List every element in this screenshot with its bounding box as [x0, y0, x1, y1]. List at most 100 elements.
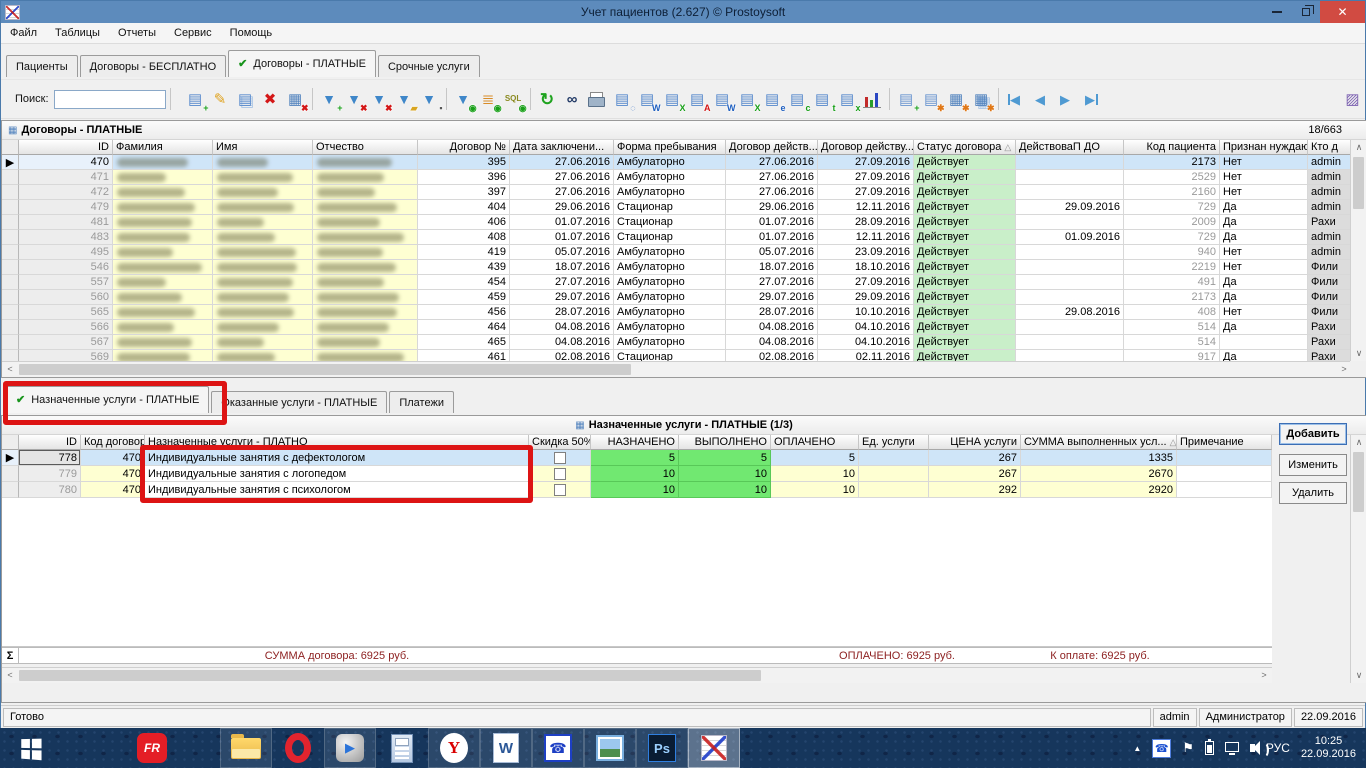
tray-phone-icon[interactable]: ☎ — [1152, 739, 1171, 758]
cell[interactable] — [1016, 215, 1124, 230]
cell[interactable] — [1016, 245, 1124, 260]
tab-bottom-1[interactable]: Оказанные услуги - ПЛАТНЫЕ — [211, 391, 387, 413]
delete-service-button[interactable]: Удалить — [1279, 482, 1347, 504]
cell[interactable] — [213, 200, 313, 215]
cell[interactable]: 479 — [19, 200, 113, 215]
cell[interactable]: admin — [1308, 245, 1352, 260]
row-marker[interactable] — [2, 335, 19, 350]
cell[interactable]: 470 — [81, 466, 145, 482]
cell[interactable]: Действует — [914, 290, 1016, 305]
cell[interactable] — [113, 335, 213, 350]
cell[interactable]: 01.07.2016 — [510, 230, 614, 245]
menu-item-help[interactable]: Помощь — [221, 23, 282, 44]
volume-icon[interactable] — [1250, 744, 1255, 752]
copy-record-icon[interactable]: ▤ — [234, 88, 257, 111]
cell[interactable]: 02.08.2016 — [510, 350, 614, 361]
cell[interactable]: 01.07.2016 — [726, 230, 818, 245]
cell[interactable]: Рахи — [1308, 215, 1352, 230]
tab-bottom-2[interactable]: Платежи — [389, 391, 454, 413]
cell[interactable]: 491 — [1124, 275, 1220, 290]
cell[interactable]: Нет — [1220, 245, 1308, 260]
column-header[interactable]: Признан нуждаю... — [1220, 140, 1308, 155]
cell[interactable]: Да — [1220, 200, 1308, 215]
cell[interactable]: 10 — [591, 482, 679, 498]
cell[interactable] — [113, 290, 213, 305]
scroll-down-icon[interactable]: ∨ — [1351, 346, 1366, 361]
cell[interactable]: 2920 — [1021, 482, 1177, 498]
column-header[interactable]: Скидка 50% — [529, 435, 591, 450]
cell[interactable] — [213, 260, 313, 275]
cell[interactable]: Фили — [1308, 290, 1352, 305]
chart-icon[interactable] — [861, 88, 884, 111]
cell[interactable]: Стационар — [614, 230, 726, 245]
preview-icon[interactable]: ▤◌ — [611, 88, 634, 111]
cell[interactable]: 28.07.2016 — [726, 305, 818, 320]
print-icon[interactable] — [586, 88, 609, 111]
cell[interactable]: 2670 — [1021, 466, 1177, 482]
cell[interactable] — [1016, 185, 1124, 200]
cell[interactable]: admin — [1308, 200, 1352, 215]
column-header[interactable]: Отчество — [313, 140, 418, 155]
cell[interactable]: Амбулаторно — [614, 155, 726, 170]
cell[interactable]: Действует — [914, 275, 1016, 290]
cell[interactable] — [213, 290, 313, 305]
cell[interactable]: 10 — [771, 482, 859, 498]
row-marker[interactable] — [2, 215, 19, 230]
minimize-button[interactable] — [1262, 1, 1291, 23]
row-marker[interactable] — [2, 230, 19, 245]
cell[interactable]: 27.09.2016 — [818, 185, 914, 200]
cell[interactable]: Нет — [1220, 185, 1308, 200]
cell[interactable] — [113, 230, 213, 245]
row-marker[interactable] — [2, 350, 19, 361]
cell[interactable] — [1016, 155, 1124, 170]
cell[interactable]: Амбулаторно — [614, 290, 726, 305]
scroll-thumb[interactable] — [1353, 157, 1364, 209]
cell[interactable]: 454 — [418, 275, 510, 290]
cell[interactable]: Стационар — [614, 350, 726, 361]
record-settings-icon[interactable]: ▤✱ — [920, 88, 943, 111]
cell[interactable] — [313, 320, 418, 335]
cell[interactable]: 29.07.2016 — [510, 290, 614, 305]
cell[interactable]: Нет — [1220, 155, 1308, 170]
scroll-left-icon[interactable]: < — [2, 362, 18, 377]
row-marker[interactable] — [2, 185, 19, 200]
cell[interactable]: 27.06.2016 — [726, 155, 818, 170]
cell[interactable]: 5 — [591, 450, 679, 466]
add-child-record-icon[interactable]: ▤+ — [895, 88, 918, 111]
scroll-up-icon[interactable]: ∧ — [1351, 140, 1366, 155]
services-hscrollbar[interactable]: < > — [2, 667, 1272, 683]
nav-prev-icon[interactable]: ◀ — [1029, 88, 1052, 111]
filter-view-icon[interactable]: ▼◉ — [452, 88, 475, 111]
cell[interactable]: Да — [1220, 350, 1308, 361]
column-header[interactable]: СУММА выполненных усл...△ — [1021, 435, 1177, 450]
cell[interactable]: 464 — [418, 320, 510, 335]
column-header[interactable]: Договор действ... — [726, 140, 818, 155]
cell[interactable]: 29.06.2016 — [726, 200, 818, 215]
cell[interactable]: 2173 — [1124, 155, 1220, 170]
services-vscrollbar[interactable]: ∧ ∨ — [1350, 435, 1366, 683]
cell[interactable]: 406 — [418, 215, 510, 230]
discount-checkbox[interactable] — [554, 484, 566, 496]
cell[interactable]: Фили — [1308, 275, 1352, 290]
sql-view-icon[interactable]: SQL◉ — [502, 88, 525, 111]
cell[interactable]: Индивидуальные занятия с логопедом — [145, 466, 529, 482]
cell[interactable] — [313, 185, 418, 200]
cell[interactable]: 27.09.2016 — [818, 155, 914, 170]
close-button[interactable]: ✕ — [1320, 1, 1365, 23]
column-header[interactable]: Код договора — [81, 435, 145, 450]
cell[interactable]: 456 — [418, 305, 510, 320]
app-yandex-browser[interactable]: Y — [428, 728, 480, 768]
cell[interactable]: 01.07.2016 — [726, 215, 818, 230]
row-marker[interactable] — [2, 320, 19, 335]
cell[interactable]: 408 — [418, 230, 510, 245]
cell[interactable]: Да — [1220, 275, 1308, 290]
cell[interactable]: Рахи — [1308, 350, 1352, 361]
tab-bottom-0[interactable]: ✔Назначенные услуги - ПЛАТНЫЕ — [6, 386, 209, 413]
scroll-thumb[interactable] — [1353, 452, 1364, 512]
cell[interactable] — [113, 200, 213, 215]
menu-item-tables[interactable]: Таблицы — [46, 23, 109, 44]
cell[interactable] — [1177, 466, 1272, 482]
cell[interactable]: 267 — [929, 450, 1021, 466]
cell[interactable]: Да — [1220, 290, 1308, 305]
cell[interactable]: Амбулаторно — [614, 305, 726, 320]
